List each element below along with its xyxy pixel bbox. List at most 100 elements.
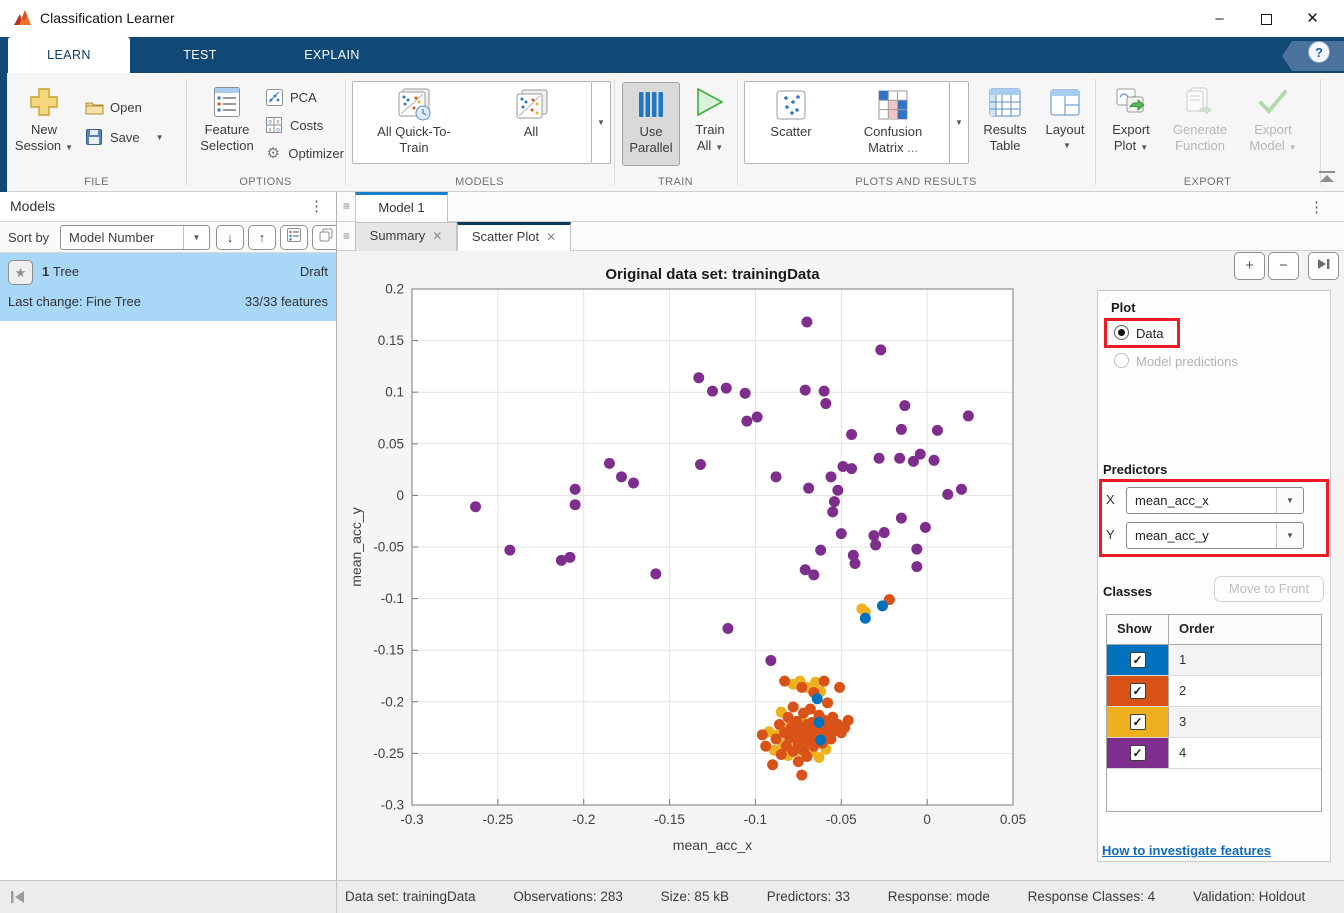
sort-descending-button[interactable]: ↓ [216, 225, 244, 250]
sort-ascending-button[interactable]: ↑ [248, 225, 276, 250]
plots-gallery-dropdown[interactable]: ▼ [950, 81, 969, 164]
confusion-matrix-icon [878, 86, 908, 124]
svg-text:-0.1: -0.1 [744, 812, 767, 827]
class-color-cell: ✓ [1107, 707, 1169, 737]
export-plot-button[interactable]: Export Plot▼ [1102, 84, 1160, 156]
expand-panel-button[interactable] [1308, 252, 1339, 280]
caret-down-icon: ▼ [1063, 138, 1071, 154]
minus-icon: − [1279, 257, 1288, 274]
export-model-button: Export Model▼ [1240, 84, 1306, 156]
model-features-count: 33/33 features [245, 294, 328, 309]
zoom-in-button[interactable]: + [1234, 252, 1265, 280]
costs-icon: oxxo [264, 116, 284, 134]
scatter-plot-button[interactable]: Scatter [745, 82, 837, 163]
skip-start-icon[interactable] [10, 890, 26, 904]
optimizer-button[interactable]: ⚙ Optimizer [264, 142, 344, 164]
feature-selection-button[interactable]: Feature Selection [194, 84, 260, 154]
costs-button[interactable]: oxxo Costs [264, 114, 342, 136]
document-menu-icon[interactable]: ⋮ [1309, 198, 1324, 216]
duplicate-model-button[interactable] [312, 225, 337, 250]
how-to-investigate-features-link[interactable]: How to investigate features [1102, 843, 1271, 858]
model-tab-bar: ≡ Model 1 ⋮ [337, 192, 1344, 222]
class-row-3[interactable]: ✓ 3 [1107, 707, 1321, 738]
all-models-button[interactable]: All [475, 82, 587, 163]
collapse-ribbon-button[interactable] [1316, 169, 1338, 185]
minimize-button[interactable]: – [1196, 0, 1243, 37]
tab-test[interactable]: TEST [145, 37, 255, 73]
maximize-icon [1261, 14, 1272, 25]
tab-scatter-plot[interactable]: Scatter Plot✕ [457, 222, 571, 251]
classification-learner-window: { "window": { "title": "Classification L… [0, 0, 1344, 913]
svg-text:0.05: 0.05 [1000, 812, 1026, 827]
model-list-item-selected[interactable]: ★ 1 Tree Draft Last change: Fine Tree 33… [0, 253, 336, 321]
models-panel: Models ⋮ Sort by Model Number ▼ ↓ ↑ ★ 1 … [0, 192, 337, 880]
status-observations: Observations: 283 [513, 889, 623, 904]
show-class-checkbox[interactable]: ✓ [1130, 745, 1146, 761]
class-color-cell: ✓ [1107, 738, 1169, 768]
feature-selection-icon [214, 84, 240, 120]
status-items: Data set: trainingData Observations: 283… [345, 889, 1344, 904]
close-tab-icon[interactable]: ✕ [432, 229, 442, 243]
open-button[interactable]: Open [84, 95, 174, 119]
models-panel-header: Models ⋮ [0, 192, 336, 222]
gear-icon: ⚙ [264, 144, 282, 162]
favorites-filter-button[interactable] [280, 225, 308, 250]
results-table-button[interactable]: Results Table [978, 84, 1032, 154]
use-parallel-toggle[interactable]: Use Parallel [622, 82, 680, 166]
drag-handle-icon[interactable]: ≡ [343, 199, 350, 213]
models-menu-icon[interactable]: ⋮ [309, 197, 324, 215]
new-session-button[interactable]: New Session▼ [12, 84, 76, 156]
pca-button[interactable]: PCA [264, 86, 342, 108]
sort-by-select[interactable]: Model Number ▼ [60, 225, 210, 250]
models-gallery-dropdown[interactable]: ▼ [592, 81, 611, 164]
confusion-matrix-button[interactable]: Confusion Matrix ... [837, 82, 949, 163]
caret-down-icon[interactable]: ▼ [183, 226, 209, 249]
svg-text:-0.3: -0.3 [381, 798, 404, 813]
class-order: 4 [1169, 738, 1321, 768]
status-validation: Validation: Holdout [1193, 889, 1305, 904]
plots-gallery: Scatter Confusion Matrix ... [744, 81, 950, 164]
model-last-change: Last change: Fine Tree [8, 294, 141, 309]
status-response-classes: Response Classes: 4 [1028, 889, 1156, 904]
drag-handle-icon[interactable]: ≡ [343, 229, 350, 243]
show-class-checkbox[interactable]: ✓ [1130, 652, 1146, 668]
show-class-checkbox[interactable]: ✓ [1130, 714, 1146, 730]
window-title: Classification Learner [40, 10, 175, 26]
export-plot-icon [1115, 84, 1147, 120]
tab-explain[interactable]: EXPLAIN [272, 37, 392, 73]
close-button[interactable]: ✕ [1289, 0, 1336, 37]
class-row-4[interactable]: ✓ 4 [1107, 738, 1321, 769]
all-quick-to-train-button[interactable]: All Quick-To- Train [353, 82, 475, 163]
maximize-button[interactable] [1243, 0, 1290, 37]
caret-down-icon: ▼ [1289, 143, 1297, 152]
help-button[interactable]: ? [1308, 41, 1330, 63]
models-sort-toolbar: Sort by Model Number ▼ ↓ ↑ [0, 222, 336, 253]
svg-text:x: x [269, 128, 272, 134]
model-predictions-radio [1114, 353, 1129, 368]
class-row-1[interactable]: ✓ 1 [1107, 645, 1321, 676]
classes-heading: Classes [1103, 584, 1152, 599]
close-tab-icon[interactable]: ✕ [546, 230, 556, 244]
tab-summary[interactable]: Summary✕ [355, 222, 457, 251]
caret-down-icon: ▼ [715, 143, 723, 152]
layout-button[interactable]: Layout ▼ [1040, 84, 1090, 154]
class-row-2[interactable]: ✓ 2 [1107, 676, 1321, 707]
tab-learn[interactable]: LEARN [8, 37, 130, 73]
svg-text:-0.15: -0.15 [654, 812, 685, 827]
save-button[interactable]: Save ▼ [84, 125, 174, 149]
arrow-up-icon: ↑ [259, 230, 266, 245]
scatter-plot-figure[interactable]: -0.3-0.25-0.2-0.15-0.1-0.0500.05-0.3-0.2… [345, 257, 1090, 873]
show-class-checkbox[interactable]: ✓ [1130, 683, 1146, 699]
plot-options-panel: Plot Data Model predictions Predictors X… [1097, 290, 1331, 862]
svg-text:-0.2: -0.2 [381, 694, 404, 709]
favorite-star-button[interactable]: ★ [8, 260, 33, 285]
ribbon: New Session▼ Open Save ▼ FILE Feature Se… [0, 73, 1344, 192]
section-label-file: FILE [7, 176, 186, 188]
models-gallery: All Quick-To- Train All [352, 81, 592, 164]
svg-text:0.1: 0.1 [385, 385, 404, 400]
train-all-button[interactable]: Train All▼ [686, 84, 734, 156]
zoom-out-button[interactable]: − [1268, 252, 1299, 280]
save-caret-icon[interactable]: ▼ [156, 133, 164, 142]
generate-function-button: Generate Function [1166, 84, 1234, 154]
tab-model-1[interactable]: Model 1 [355, 192, 448, 222]
